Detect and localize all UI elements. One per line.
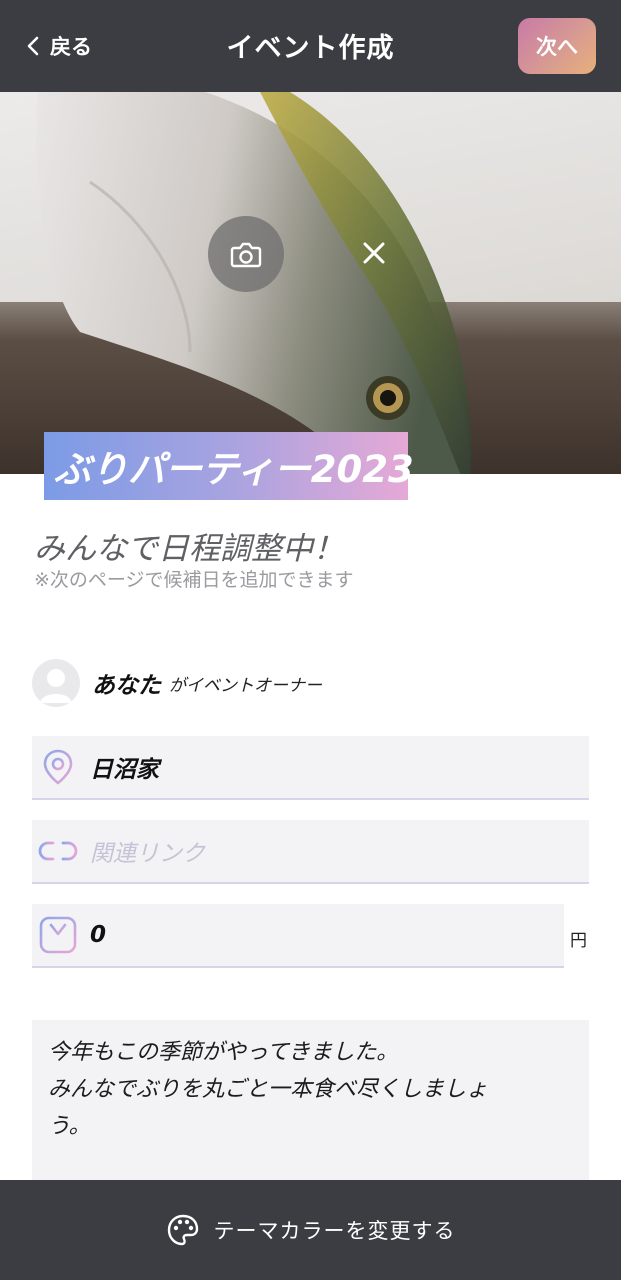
location-pin-icon xyxy=(38,747,78,787)
remove-image-button[interactable] xyxy=(354,233,394,273)
close-icon xyxy=(363,242,385,264)
camera-button[interactable] xyxy=(208,216,284,292)
cover-image xyxy=(0,92,621,474)
description-field[interactable]: 今年もこの季節がやってきました。 みんなでぶりを丸ごと一本食べ尽くしましょ う。 xyxy=(32,1020,589,1190)
change-theme-color-button[interactable]: テーマカラーを変更する xyxy=(0,1180,621,1280)
user-icon xyxy=(40,669,72,703)
owner-name: あなた xyxy=(92,673,161,699)
change-theme-color-label: テーマカラーを変更する xyxy=(213,1219,456,1243)
app-header: 戻る イベント作成 次へ xyxy=(0,0,621,92)
next-button[interactable]: 次へ xyxy=(518,18,596,74)
camera-icon xyxy=(230,242,262,268)
owner-suffix: がイベントオーナー xyxy=(169,675,322,696)
palette-icon xyxy=(167,1214,198,1246)
related-link-placeholder: 関連リンク xyxy=(90,841,205,867)
candidate-date-note: ※次のページで候補日を追加できます xyxy=(34,569,354,591)
link-icon xyxy=(38,831,78,871)
related-link-field[interactable]: 関連リンク xyxy=(32,820,589,884)
avatar xyxy=(32,659,80,707)
description-line: みんなでぶりを丸ごと一本食べ尽くしましょ xyxy=(48,1077,489,1102)
price-unit: 円 xyxy=(570,931,587,951)
description-line: う。 xyxy=(48,1114,91,1139)
price-value: 0 xyxy=(90,922,107,948)
owner-row: あなた がイベントオーナー xyxy=(32,658,322,708)
location-field[interactable]: 日沼家 xyxy=(32,736,589,800)
price-field[interactable]: 0 xyxy=(32,904,564,968)
event-subtitle: みんなで日程調整中！ xyxy=(34,531,344,567)
yen-icon xyxy=(38,915,78,955)
description-line: 今年もこの季節がやってきました。 xyxy=(48,1040,399,1065)
location-value: 日沼家 xyxy=(90,757,159,783)
event-title-input[interactable]: ぶりパーティー2023 xyxy=(44,432,414,500)
